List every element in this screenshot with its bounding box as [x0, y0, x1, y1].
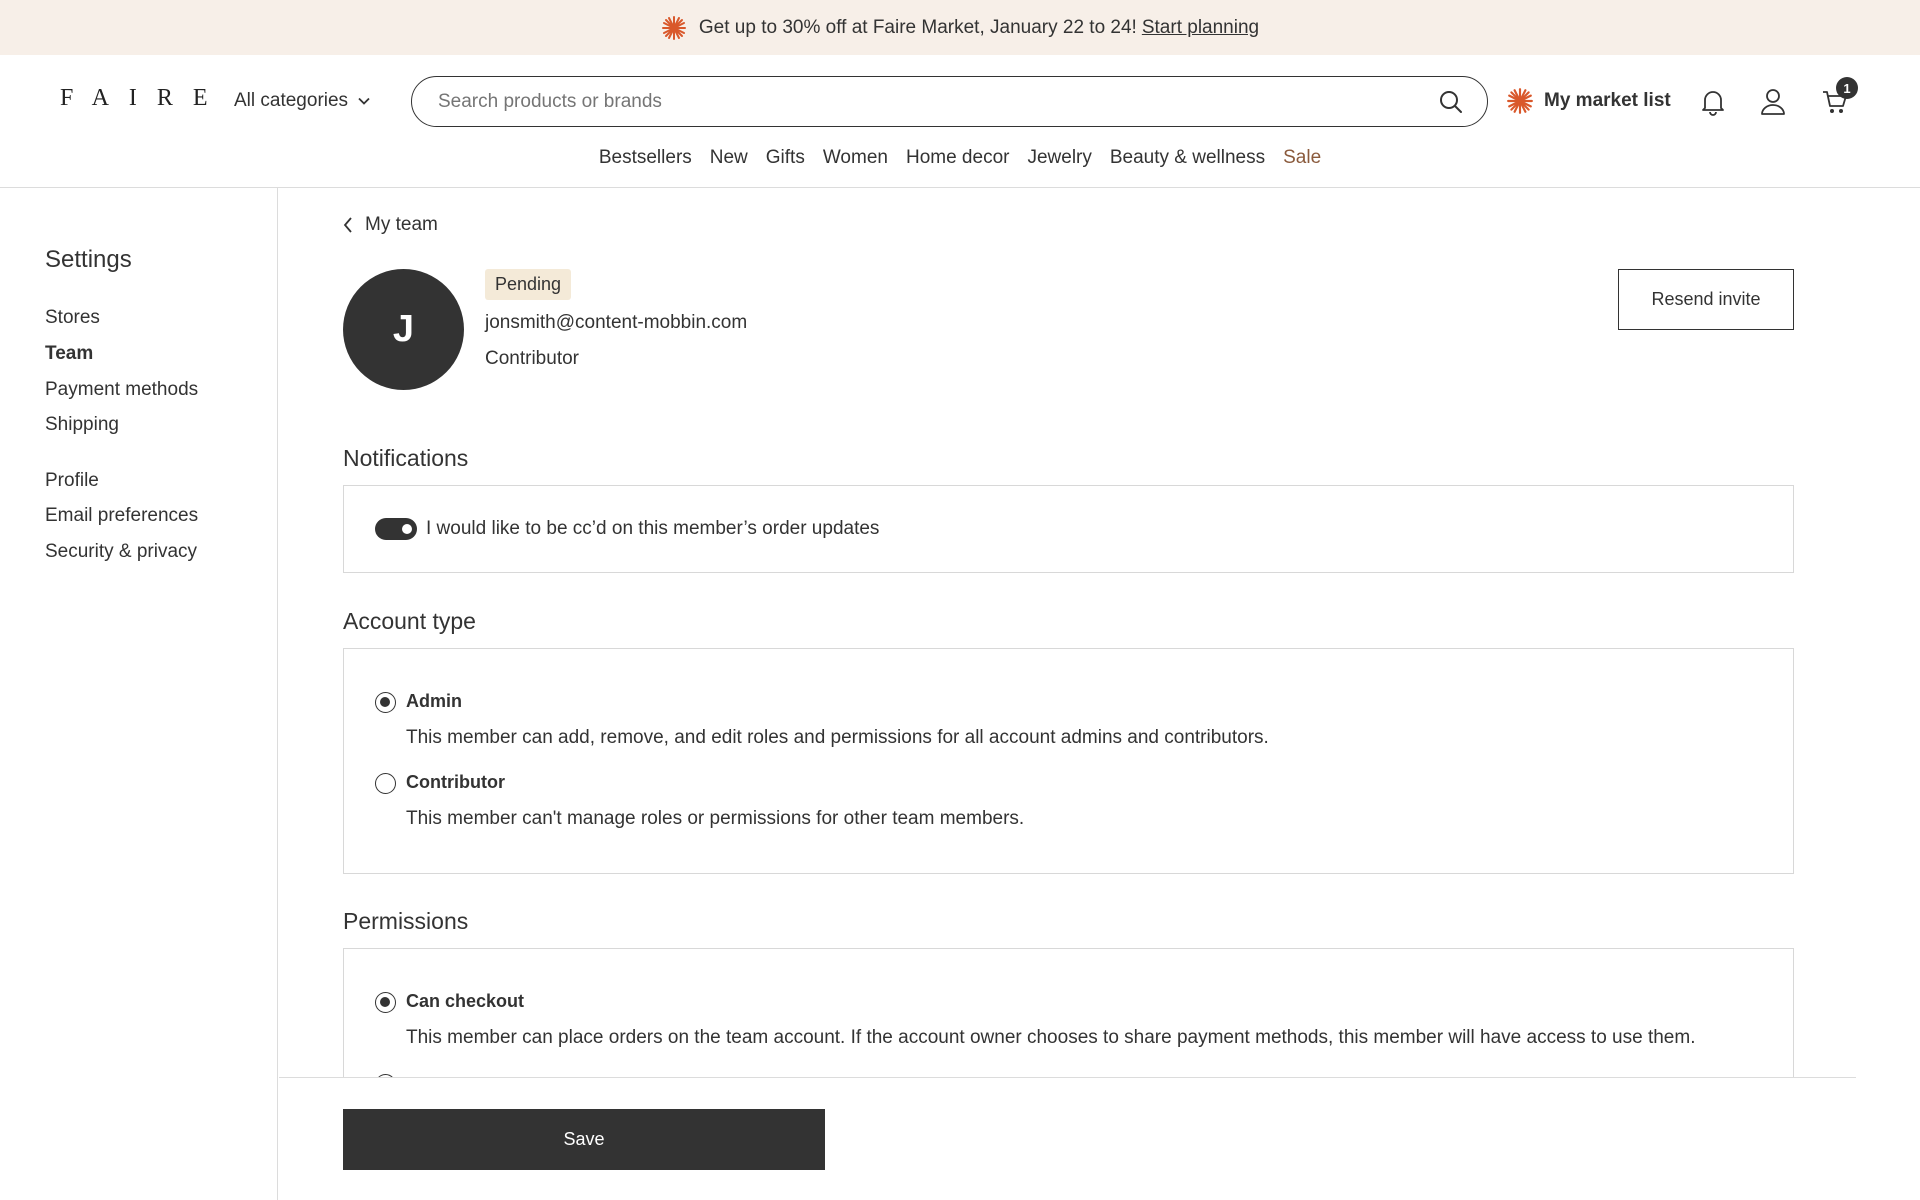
member-email: jonsmith@content-mobbin.com	[485, 312, 748, 333]
permissions-heading: Permissions	[343, 908, 469, 934]
category-jewelry[interactable]: Jewelry	[1018, 147, 1100, 169]
all-categories-label: All categories	[234, 90, 349, 111]
sidebar-item-security-privacy[interactable]: Security & privacy	[45, 541, 197, 563]
settings-title: Settings	[45, 246, 132, 273]
search-input[interactable]	[438, 90, 1439, 113]
notifications-heading: Notifications	[343, 445, 469, 471]
avatar: J	[343, 269, 464, 390]
cc-order-updates-toggle[interactable]	[375, 518, 417, 540]
category-gifts[interactable]: Gifts	[757, 147, 814, 169]
my-market-list-label: My market list	[1544, 90, 1671, 111]
site-header: FAIRE All categories My market list 1 Be…	[0, 55, 1920, 188]
admin-radio[interactable]	[375, 692, 396, 713]
category-home-decor[interactable]: Home decor	[897, 147, 1019, 169]
cc-order-updates-label: I would like to be cc’d on this member’s…	[426, 518, 880, 539]
account-type-panel: Admin This member can add, remove, and e…	[343, 648, 1794, 874]
account-user-icon[interactable]	[1756, 85, 1790, 119]
can-checkout-label: Can checkout	[406, 991, 525, 1011]
contributor-radio[interactable]	[375, 773, 396, 794]
faire-logo[interactable]: FAIRE	[60, 85, 228, 112]
can-checkout-radio[interactable]	[375, 992, 396, 1013]
category-nav: Bestsellers New Gifts Women Home decor J…	[0, 147, 1920, 169]
sparkle-icon	[661, 15, 686, 40]
member-role: Contributor	[485, 348, 579, 369]
notifications-bell-icon[interactable]	[1696, 85, 1730, 119]
sidebar-item-team[interactable]: Team	[45, 343, 93, 365]
chevron-down-icon	[358, 97, 370, 105]
sidebar-item-stores[interactable]: Stores	[45, 307, 100, 329]
settings-sidebar: Settings Stores Team Payment methods Shi…	[0, 188, 278, 1200]
start-planning-link[interactable]: Start planning	[1142, 17, 1259, 39]
search-icon[interactable]	[1439, 90, 1463, 114]
sidebar-item-shipping[interactable]: Shipping	[45, 414, 119, 436]
account-type-heading: Account type	[343, 608, 476, 634]
back-label: My team	[365, 214, 438, 235]
category-bestsellers[interactable]: Bestsellers	[590, 147, 701, 169]
contributor-description: This member can't manage roles or permis…	[406, 808, 1025, 829]
resend-invite-button[interactable]: Resend invite	[1618, 269, 1794, 330]
admin-description: This member can add, remove, and edit ro…	[406, 727, 1269, 748]
chevron-left-icon	[343, 217, 352, 233]
category-sale[interactable]: Sale	[1274, 147, 1330, 169]
notifications-panel: I would like to be cc’d on this member’s…	[343, 485, 1794, 573]
category-new[interactable]: New	[701, 147, 757, 169]
contributor-label: Contributor	[406, 772, 505, 792]
promo-banner: Get up to 30% off at Faire Market, Janua…	[0, 0, 1920, 55]
team-member-detail: My team J Pending jonsmith@content-mobbi…	[279, 188, 1920, 1200]
status-badge: Pending	[485, 269, 572, 300]
sidebar-item-profile[interactable]: Profile	[45, 470, 99, 492]
sparkle-icon	[1507, 88, 1533, 114]
search-bar	[411, 76, 1488, 127]
category-beauty-wellness[interactable]: Beauty & wellness	[1101, 147, 1274, 169]
sidebar-item-payment-methods[interactable]: Payment methods	[45, 379, 198, 401]
sidebar-item-email-preferences[interactable]: Email preferences	[45, 505, 198, 527]
admin-label: Admin	[406, 691, 462, 711]
save-button[interactable]: Save	[343, 1109, 825, 1170]
all-categories-dropdown[interactable]: All categories	[234, 90, 370, 112]
promo-text: Get up to 30% off at Faire Market, Janua…	[698, 16, 1137, 38]
category-women[interactable]: Women	[814, 147, 897, 169]
cart-icon[interactable]: 1	[1818, 77, 1858, 119]
back-to-my-team-link[interactable]: My team	[343, 214, 438, 236]
cart-count-badge: 1	[1836, 77, 1858, 99]
save-footer: Save	[279, 1077, 1856, 1200]
can-checkout-description: This member can place orders on the team…	[406, 1027, 1696, 1048]
my-market-list-button[interactable]: My market list	[1506, 87, 1671, 115]
